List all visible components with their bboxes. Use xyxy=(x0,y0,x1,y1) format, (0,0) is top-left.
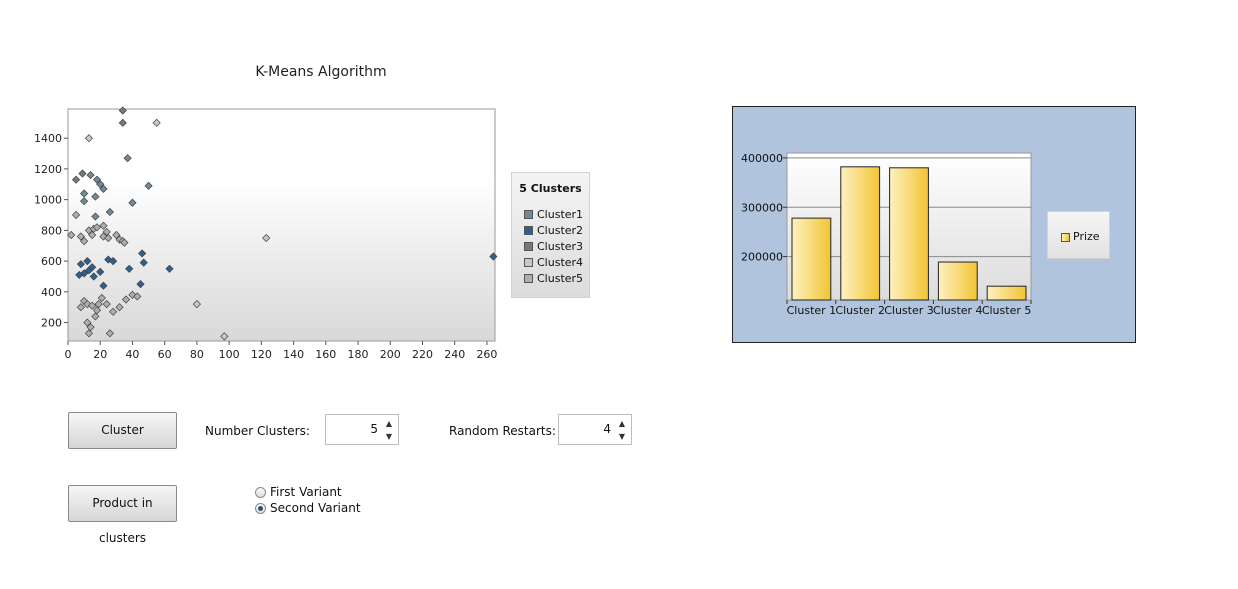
bar-cluster-4 xyxy=(937,261,978,301)
x-tick-label: 120 xyxy=(251,348,272,361)
legend-item-cluster5: Cluster5 xyxy=(524,272,583,286)
x-tick-label: 260 xyxy=(476,348,497,361)
cluster-button[interactable]: Cluster xyxy=(68,412,177,449)
radio-first-dot[interactable] xyxy=(255,486,266,498)
legend-item-cluster2: Cluster2 xyxy=(524,224,583,238)
y-tick-label: 200000 xyxy=(741,251,783,264)
random-restarts-value: 4 xyxy=(603,422,611,436)
product-in-clusters-button[interactable]: Product in clusters xyxy=(68,485,177,545)
bar-legend: Prize xyxy=(1047,211,1110,259)
legend-swatch xyxy=(524,209,533,219)
radio-first-variant[interactable]: First Variant xyxy=(255,485,342,499)
number-clusters-value: 5 xyxy=(370,422,378,436)
random-restarts-stepper[interactable]: 4 ▲ ▼ xyxy=(558,414,632,445)
scatter-chart-title: K-Means Algorithm xyxy=(255,64,387,80)
legend-swatch xyxy=(524,241,533,251)
y-tick-label: 1200 xyxy=(34,163,62,176)
x-tick-label: 60 xyxy=(158,348,172,361)
x-tick-label: Cluster 1 xyxy=(787,304,837,317)
stepper-down-icon[interactable]: ▼ xyxy=(383,431,395,443)
legend-item-cluster4: Cluster4 xyxy=(524,256,583,270)
bar-cluster-5 xyxy=(986,285,1027,301)
scatter-plot-area xyxy=(67,108,496,342)
legend-item-cluster3: Cluster3 xyxy=(524,240,583,254)
radio-second-variant[interactable]: Second Variant xyxy=(255,501,361,515)
x-tick-label: Cluster 4 xyxy=(933,304,983,317)
x-tick-label: 80 xyxy=(190,348,204,361)
radio-second-label: Second Variant xyxy=(270,501,361,515)
scatter-chart: 0 20 40 60 80 100 120 140 160 180 200 220 240 260 200 4… xyxy=(34,106,498,361)
x-tick-label: Cluster 5 xyxy=(982,304,1032,317)
legend-label: Cluster5 xyxy=(537,272,584,285)
number-clusters-label: Number Clusters: xyxy=(205,424,310,438)
radio-second-dot[interactable] xyxy=(255,502,266,514)
legend-label: Prize xyxy=(1073,230,1100,243)
legend-swatch xyxy=(524,273,533,283)
legend-label: Cluster4 xyxy=(537,256,584,269)
bar-cluster-1 xyxy=(791,217,832,301)
legend-item-cluster1: Cluster1 xyxy=(524,208,583,222)
y-tick-label: 200 xyxy=(41,317,62,330)
radio-first-label: First Variant xyxy=(270,485,342,499)
legend-label: Cluster2 xyxy=(537,224,584,237)
x-tick-label: 0 xyxy=(65,348,72,361)
y-tick-label: 400000 xyxy=(741,152,783,165)
stepper-up-icon[interactable]: ▲ xyxy=(616,418,628,430)
bar-cluster-3 xyxy=(889,167,929,301)
scatter-legend: 5 Clusters Cluster1 Cluster2 Cluster3 Cl… xyxy=(511,172,590,298)
legend-swatch xyxy=(524,225,533,235)
x-tick-label: 20 xyxy=(93,348,107,361)
number-clusters-stepper[interactable]: 5 ▲ ▼ xyxy=(325,414,399,445)
x-tick-label: 140 xyxy=(283,348,304,361)
legend-swatch xyxy=(524,257,533,267)
legend-swatch xyxy=(1061,233,1070,242)
x-tick-label: 180 xyxy=(348,348,369,361)
x-tick-label: 220 xyxy=(412,348,433,361)
y-tick-label: 1400 xyxy=(34,132,62,145)
stepper-down-icon[interactable]: ▼ xyxy=(616,431,628,443)
x-tick-label: 240 xyxy=(444,348,465,361)
y-tick-label: 800 xyxy=(41,224,62,237)
bar-cluster-2 xyxy=(840,166,881,301)
random-restarts-label: Random Restarts: xyxy=(449,424,556,438)
legend-title: 5 Clusters xyxy=(519,182,582,195)
y-tick-label: 300000 xyxy=(741,201,783,214)
x-tick-label: 160 xyxy=(315,348,336,361)
x-tick-label: Cluster 2 xyxy=(835,304,885,317)
y-tick-label: 600 xyxy=(41,255,62,268)
legend-label: Cluster3 xyxy=(537,240,584,253)
legend-label: Cluster1 xyxy=(537,208,584,221)
x-tick-label: 100 xyxy=(219,348,240,361)
x-tick-label: Cluster 3 xyxy=(884,304,934,317)
stepper-up-icon[interactable]: ▲ xyxy=(383,418,395,430)
x-tick-label: 40 xyxy=(125,348,139,361)
y-tick-label: 400 xyxy=(41,286,62,299)
x-tick-label: 200 xyxy=(380,348,401,361)
y-tick-label: 1000 xyxy=(34,194,62,207)
